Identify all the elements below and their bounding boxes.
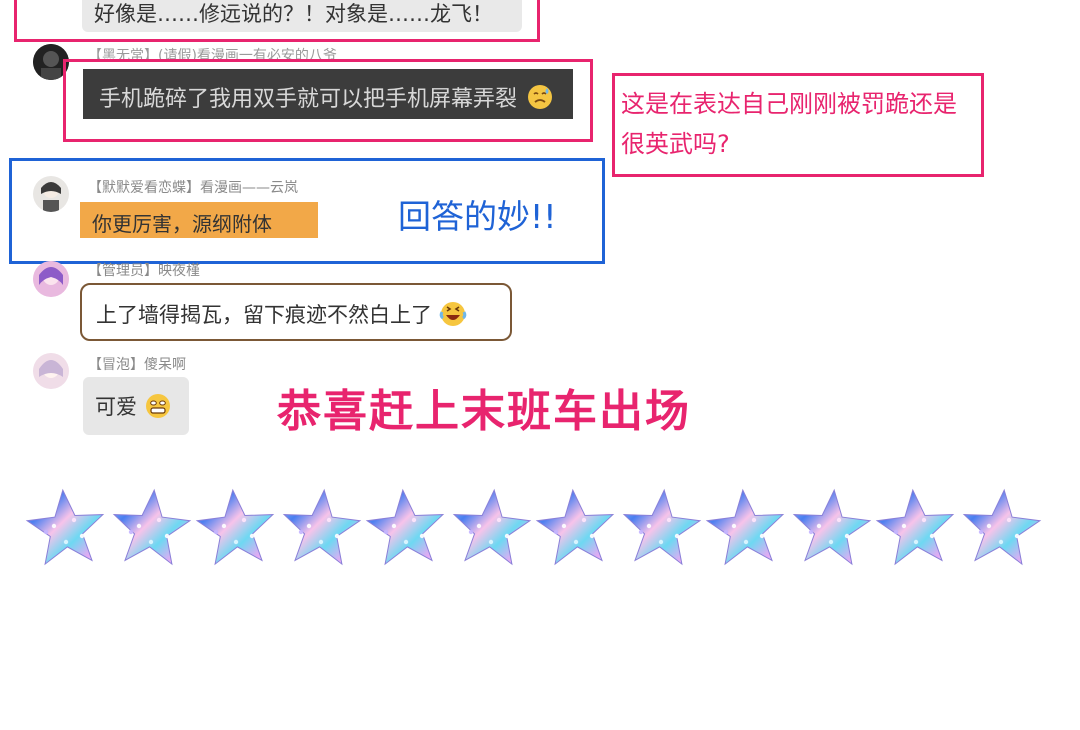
avatar-shadai[interactable] xyxy=(33,353,69,389)
galaxy-star-icon xyxy=(25,488,105,566)
question-annotation-text: 这是在表达自己刚刚被罚跪还是很英武吗? xyxy=(621,90,957,158)
comment-bubble-5: 可爱 xyxy=(83,377,189,435)
praise-annotation-text: 回答的妙!! xyxy=(398,197,557,236)
comment-text-1: 好像是……修远说的？！对象是……龙飞！ xyxy=(94,2,493,26)
avatar-image xyxy=(33,176,69,212)
galaxy-star-icon xyxy=(792,488,872,566)
avatar-image xyxy=(33,353,69,389)
username-admin[interactable]: 【管理员】映夜槿 xyxy=(88,260,200,280)
galaxy-star-icon xyxy=(535,488,615,566)
sweat-face-icon xyxy=(526,83,554,117)
comment-text-4: 上了墙得揭瓦，留下痕迹不然白上了 xyxy=(96,303,432,327)
galaxy-star-icon xyxy=(112,488,192,566)
laughing-crying-face-icon xyxy=(439,300,467,333)
galaxy-star-icon xyxy=(622,488,702,566)
congrats-annotation-text: 恭喜赶上末班车出场 xyxy=(277,386,691,437)
avatar-image xyxy=(33,261,69,297)
comment-text-3: 你更厉害，源纲附体 xyxy=(92,212,272,236)
username-shadai[interactable]: 【冒泡】傻呆啊 xyxy=(88,354,186,374)
comment-text-2: 手机跪碎了我用双手就可以把手机屏幕弄裂 xyxy=(99,87,518,112)
avatar-momo[interactable] xyxy=(33,176,69,212)
comment-bubble-1: 好像是……修远说的？！对象是……龙飞！ xyxy=(82,0,522,32)
comment-bubble-4: 上了墙得揭瓦，留下痕迹不然白上了 xyxy=(80,283,512,341)
star-row xyxy=(24,486,1054,570)
galaxy-star-icon xyxy=(962,488,1042,566)
galaxy-star-icon xyxy=(282,488,362,566)
avatar-admin[interactable] xyxy=(33,261,69,297)
comment-bubble-2: 手机跪碎了我用双手就可以把手机屏幕弄裂 xyxy=(83,69,573,119)
galaxy-star-icon xyxy=(195,488,275,566)
galaxy-star-icon xyxy=(452,488,532,566)
grin-face-icon xyxy=(144,392,172,425)
username-momo[interactable]: 【默默爱看恋蝶】看漫画——云岚 xyxy=(88,177,298,197)
comment-text-5: 可爱 xyxy=(95,395,137,419)
galaxy-star-icon xyxy=(705,488,785,566)
galaxy-star-icon xyxy=(365,488,445,566)
comment-bubble-3: 你更厉害，源纲附体 xyxy=(80,202,318,238)
galaxy-star-icon xyxy=(875,488,955,566)
